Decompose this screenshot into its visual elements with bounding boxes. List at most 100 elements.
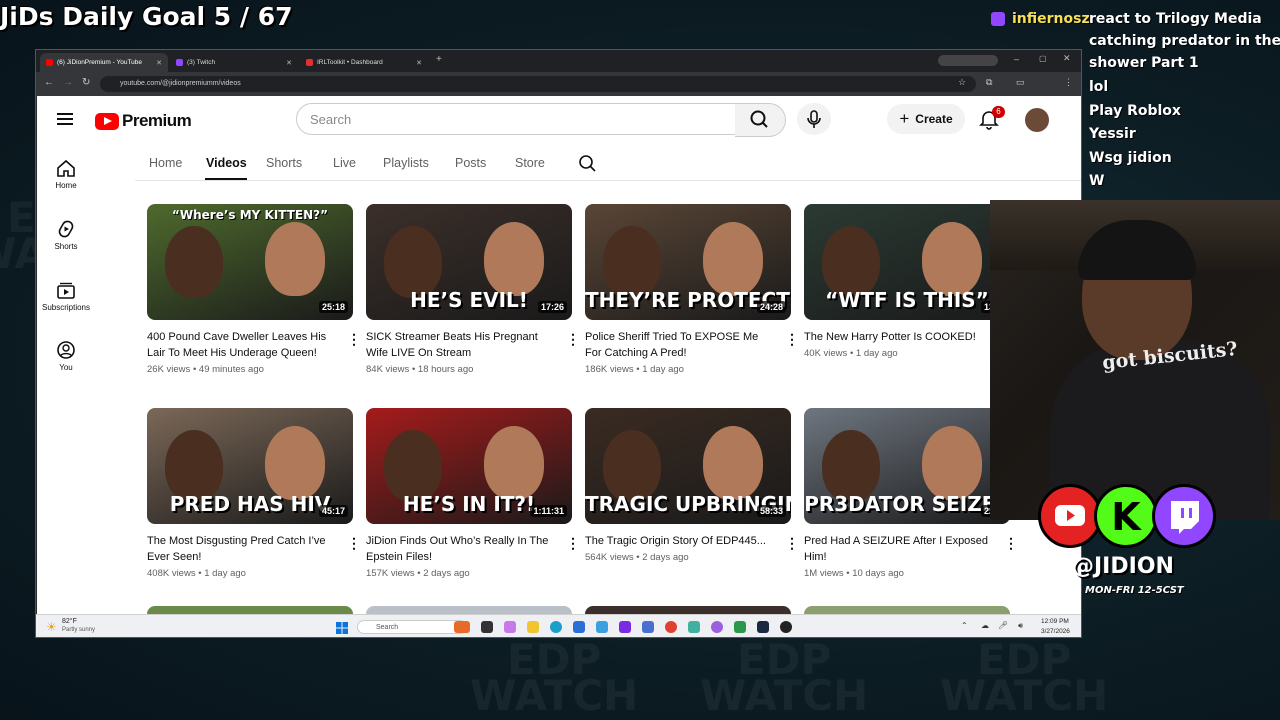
- taskbar-time[interactable]: 12:09 PM: [1041, 618, 1069, 625]
- irltoolkit-favicon-icon: [306, 59, 313, 66]
- more-options-icon[interactable]: ⋮: [785, 331, 799, 348]
- youtube-logo[interactable]: Premium: [95, 111, 192, 131]
- voice-search-button[interactable]: [797, 103, 831, 135]
- sidebar-item-home[interactable]: Home: [37, 159, 95, 190]
- close-tab-icon[interactable]: ✕: [156, 59, 162, 67]
- video-age: 1 day ago: [855, 348, 898, 359]
- video-card[interactable]: HE’S EVIL! 17:26 SICK Streamer Beats His P…: [366, 204, 580, 375]
- more-options-icon[interactable]: ⋮: [785, 535, 799, 552]
- video-title[interactable]: JiDion Finds Out Who’s Really In The Eps…: [366, 533, 556, 565]
- forward-icon[interactable]: →: [63, 77, 73, 88]
- browser-tab[interactable]: (6) JiDionPremium - YouTube ✕: [40, 53, 168, 72]
- more-options-icon[interactable]: ⋮: [347, 331, 361, 348]
- video-title[interactable]: The Tragic Origin Story Of EDP445...: [585, 533, 775, 549]
- close-window-icon[interactable]: ✕: [1063, 53, 1071, 64]
- close-tab-icon[interactable]: ✕: [416, 59, 422, 67]
- close-tab-icon[interactable]: ✕: [286, 59, 292, 67]
- captured-desktop: (6) JiDionPremium - YouTube ✕ (3) Twitch…: [35, 49, 1082, 638]
- hamburger-menu-icon[interactable]: [57, 112, 75, 126]
- search-button[interactable]: [735, 103, 786, 137]
- taskbar-app-icon[interactable]: [573, 621, 585, 633]
- tab-home[interactable]: Home: [149, 156, 182, 170]
- video-card[interactable]: “Where’s MY KITTEN?” 25:18 400 Pound Cave …: [147, 204, 361, 375]
- video-meta: 84K views • 18 hours ago: [366, 364, 474, 375]
- tab-shorts[interactable]: Shorts: [266, 156, 302, 170]
- edge-browser-icon[interactable]: [550, 621, 562, 633]
- video-card[interactable]: HE’S IN IT?! 1:11:31 JiDion Finds Out Who’…: [366, 408, 580, 579]
- taskbar-app-icon[interactable]: [688, 621, 700, 633]
- video-card[interactable]: PR3DATOR SEIZES22:5 Pred Had A SEIZURE Af…: [804, 408, 1018, 579]
- video-card[interactable]: TRAGIC UPBRINGING58:33 The Tragic Origin …: [585, 408, 799, 563]
- more-options-icon[interactable]: ⋮: [347, 535, 361, 552]
- channel-search-icon[interactable]: [578, 154, 598, 174]
- video-title[interactable]: The New Harry Potter Is COOKED!: [804, 329, 994, 345]
- minimize-icon[interactable]: –: [1014, 54, 1019, 64]
- chrome-icon[interactable]: [665, 621, 677, 633]
- tray-mic-icon[interactable]: 🎤︎: [998, 621, 1008, 630]
- video-thumbnail[interactable]: PRED HAS HIV 45:17: [147, 408, 353, 524]
- video-thumbnail[interactable]: TRAGIC UPBRINGING58:33: [585, 408, 791, 524]
- thumbnail-caption: PR3DATOR SEIZES: [804, 492, 1010, 516]
- extensions-icon[interactable]: ⧉: [986, 77, 992, 88]
- taskbar-app-icon[interactable]: [711, 621, 723, 633]
- tray-app-icon[interactable]: ☁: [981, 621, 989, 630]
- profile-chip[interactable]: [938, 55, 998, 66]
- tab-store[interactable]: Store: [515, 156, 545, 170]
- taskbar-date[interactable]: 3/27/2026: [1041, 628, 1070, 635]
- start-button[interactable]: [336, 621, 348, 634]
- taskbar-app-icon[interactable]: [642, 621, 654, 633]
- sidebar-item-subscriptions[interactable]: Subscriptions: [37, 281, 95, 312]
- sidebar-item-shorts[interactable]: Shorts: [37, 220, 95, 251]
- search-input[interactable]: Search: [296, 103, 736, 135]
- more-options-icon[interactable]: ⋮: [1004, 535, 1018, 552]
- video-views: 186K views: [585, 364, 634, 375]
- twitch-favicon-icon: [176, 59, 183, 66]
- browser-menu-icon[interactable]: ⋮: [1064, 77, 1073, 88]
- bookmark-star-icon[interactable]: ☆: [958, 77, 966, 88]
- video-thumbnail[interactable]: PR3DATOR SEIZES22:5: [804, 408, 1010, 524]
- obs-icon[interactable]: [780, 621, 792, 633]
- video-title[interactable]: Police Sheriff Tried To EXPOSE Me For Ca…: [585, 329, 775, 361]
- sidebar-icon[interactable]: ▭: [1016, 77, 1025, 88]
- file-explorer-icon[interactable]: [527, 621, 539, 633]
- video-thumbnail[interactable]: THEY’RE PROTECTING P3D24:28: [585, 204, 791, 320]
- video-thumbnail[interactable]: “Where’s MY KITTEN?” 25:18: [147, 204, 353, 320]
- taskbar-app-icon[interactable]: [619, 621, 631, 633]
- thumbnail-caption: “WTF IS THIS”: [825, 288, 989, 312]
- video-card[interactable]: PRED HAS HIV 45:17 The Most Disgusting Pre…: [147, 408, 361, 579]
- taskbar-app-icon[interactable]: [596, 621, 608, 633]
- video-title[interactable]: The Most Disgusting Pred Catch I’ve Ever…: [147, 533, 337, 565]
- browser-tab[interactable]: IRLToolkit • Dashboard ✕: [300, 53, 428, 72]
- tray-chevron-icon[interactable]: ⌃: [961, 621, 968, 630]
- create-button[interactable]: + Create: [887, 104, 965, 134]
- address-bar[interactable]: youtube.com/@jidionpremiumm/videos: [100, 76, 976, 92]
- browser-tab[interactable]: (3) Twitch ✕: [170, 53, 298, 72]
- back-icon[interactable]: ←: [44, 77, 54, 88]
- more-options-icon[interactable]: ⋮: [566, 535, 580, 552]
- video-title[interactable]: 400 Pound Cave Dweller Leaves His Lair T…: [147, 329, 337, 361]
- taskbar-app-icon[interactable]: [504, 621, 516, 633]
- more-options-icon[interactable]: ⋮: [566, 331, 580, 348]
- taskbar-app-icon[interactable]: [454, 621, 470, 633]
- steam-icon[interactable]: [757, 621, 769, 633]
- taskbar-search[interactable]: Search: [357, 620, 467, 634]
- tab-videos[interactable]: Videos: [206, 156, 247, 170]
- volume-icon[interactable]: 🔊︎: [1018, 621, 1023, 631]
- video-card[interactable]: THEY’RE PROTECTING P3D24:28 Police Sherif…: [585, 204, 799, 375]
- video-thumbnail[interactable]: “WTF IS THIS”13:3: [804, 204, 1010, 320]
- sidebar-item-you[interactable]: You: [37, 341, 95, 372]
- video-title[interactable]: SICK Streamer Beats His Pregnant Wife LI…: [366, 329, 556, 361]
- tab-posts[interactable]: Posts: [455, 156, 486, 170]
- taskbar-app-icon[interactable]: [481, 621, 493, 633]
- avatar[interactable]: [1025, 108, 1049, 132]
- video-thumbnail[interactable]: HE’S EVIL! 17:26: [366, 204, 572, 320]
- new-tab-icon[interactable]: +: [436, 54, 442, 65]
- tab-playlists[interactable]: Playlists: [383, 156, 429, 170]
- reload-icon[interactable]: ↻: [82, 77, 90, 88]
- video-card[interactable]: “WTF IS THIS”13:3 The New Harry Potter Is…: [804, 204, 1018, 359]
- video-thumbnail[interactable]: HE’S IN IT?! 1:11:31: [366, 408, 572, 524]
- taskbar-app-icon[interactable]: [734, 621, 746, 633]
- maximize-icon[interactable]: ▢: [1039, 54, 1047, 63]
- video-title[interactable]: Pred Had A SEIZURE After I Exposed Him!: [804, 533, 994, 565]
- tab-live[interactable]: Live: [333, 156, 356, 170]
